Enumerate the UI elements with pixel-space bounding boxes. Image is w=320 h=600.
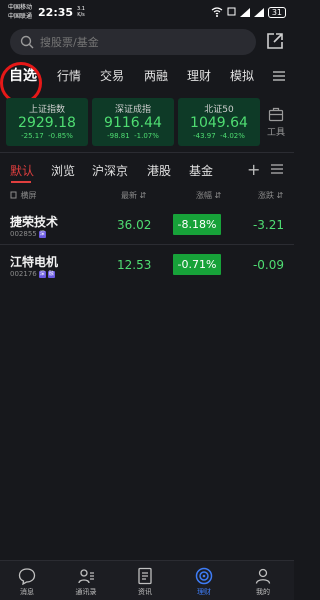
stock-price: 36.02 (117, 218, 152, 232)
wifi-icon (211, 7, 223, 17)
stock-change: -0.09 (252, 258, 284, 272)
net-speed-unit: K/s (77, 12, 85, 18)
nav-label: 消息 (20, 588, 34, 596)
nav-label: 资讯 (138, 588, 152, 596)
tab-default[interactable]: 默认 (10, 162, 34, 179)
tab-trade[interactable]: 交易 (100, 67, 124, 84)
contacts-icon (78, 569, 94, 584)
carrier-2: 中国联通 (8, 13, 33, 20)
index-name: 上证指数 (28, 105, 65, 115)
tab-margin[interactable]: 两融 (144, 67, 168, 84)
top-tab-bar: 自选 行情 交易 两融 理财 模拟 (0, 64, 294, 90)
tab-simulation[interactable]: 模拟 (230, 67, 254, 84)
tab-wealth[interactable]: 理财 (187, 67, 211, 84)
nav-messages[interactable]: 消息 (2, 567, 52, 597)
stock-change-pct: -0.71% (173, 254, 221, 275)
stock-price: 12.53 (117, 258, 152, 272)
divider (0, 152, 294, 153)
tab-browsed[interactable]: 浏览 (51, 162, 75, 179)
stock-change-pct: -8.18% (173, 214, 221, 235)
signal-icon-2 (253, 7, 264, 17)
tab-hushenjing[interactable]: 沪深京 (92, 162, 128, 179)
search-bar[interactable] (10, 29, 256, 55)
search-input[interactable] (40, 35, 240, 49)
index-change: -43.97 -4.02% (193, 132, 245, 140)
tab-market[interactable]: 行情 (57, 67, 81, 84)
market-tag: 深 (38, 230, 46, 238)
signal-icon-1 (239, 7, 250, 17)
clock: 22:35 (38, 5, 74, 19)
index-change: -25.17 -0.85% (21, 132, 73, 140)
landscape-toggle[interactable]: 横屏 (10, 190, 37, 201)
net-speed: 3.1 K/s (77, 6, 85, 18)
bottom-nav: 消息 通讯录 资讯 理财 我的 (0, 560, 294, 600)
active-tab-underline (11, 181, 31, 183)
list-settings-icon[interactable] (270, 162, 284, 176)
index-value: 2929.18 (18, 115, 76, 131)
status-bar: 中国移动 中国联通 22:35 3.1 K/s 31 (0, 0, 294, 24)
market-tag: 深 (38, 270, 46, 278)
stock-code: 002855 深 (10, 230, 46, 238)
col-change[interactable]: 涨跌 ⇵ (258, 190, 283, 201)
index-change: -98.81 -1.07% (107, 132, 159, 140)
margin-tag: 融 (47, 270, 55, 278)
index-value: 9116.44 (104, 115, 162, 131)
wealth-icon (195, 567, 213, 585)
tools-label: 工具 (266, 128, 285, 138)
nav-profile[interactable]: 我的 (238, 567, 288, 597)
stock-name: 江特电机 (10, 255, 59, 269)
add-icon[interactable]: + (247, 160, 260, 179)
list-header: 横屏 最新 ⇵ 涨幅 ⇵ 涨跌 ⇵ (0, 188, 294, 204)
alarm-icon (227, 7, 236, 16)
row-divider (0, 244, 294, 245)
nav-label: 我的 (256, 588, 270, 596)
tools-button[interactable]: 工具 (262, 106, 290, 138)
col-change-pct[interactable]: 涨幅 ⇵ (196, 190, 221, 201)
table-row[interactable]: 捷荣技术 002855 深 36.02 -8.18% -3.21 (0, 208, 294, 244)
nav-wealth[interactable]: 理财 (179, 567, 229, 597)
search-icon (20, 35, 34, 49)
index-name: 深证成指 (114, 105, 151, 115)
share-icon[interactable] (265, 31, 285, 51)
index-card-beijing50[interactable]: 北证50 1049.64 -43.97 -4.02% (178, 98, 260, 146)
news-icon (138, 567, 152, 585)
landscape-label: 横屏 (20, 191, 37, 200)
menu-icon[interactable] (271, 68, 287, 84)
stock-change: -3.21 (252, 218, 284, 232)
index-card-shenzhen[interactable]: 深证成指 9116.44 -98.81 -1.07% (92, 98, 174, 146)
nav-contacts[interactable]: 通讯录 (61, 567, 111, 597)
nav-label: 通讯录 (75, 588, 97, 596)
carrier-info: 中国移动 中国联通 (8, 3, 32, 21)
col-latest-price[interactable]: 最新 ⇵ (121, 190, 146, 201)
rotate-icon (10, 191, 17, 199)
nav-label: 理财 (197, 588, 211, 596)
stock-code: 002176 深 融 (10, 270, 55, 278)
chat-bubble-icon (18, 568, 36, 585)
carrier-1: 中国移动 (8, 4, 33, 11)
toolbox-icon (268, 107, 284, 122)
index-name: 北证50 (204, 105, 234, 115)
index-value: 1049.64 (190, 115, 248, 131)
nav-news[interactable]: 资讯 (120, 567, 170, 597)
index-card-shanghai[interactable]: 上证指数 2929.18 -25.17 -0.85% (6, 98, 88, 146)
tab-hk-stocks[interactable]: 港股 (147, 162, 171, 179)
stock-name: 捷荣技术 (10, 215, 59, 229)
tab-funds[interactable]: 基金 (189, 162, 213, 179)
table-row[interactable]: 江特电机 002176 深 融 12.53 -0.71% -0.09 (0, 248, 294, 284)
person-icon (255, 568, 271, 584)
battery-indicator: 31 (267, 6, 286, 18)
